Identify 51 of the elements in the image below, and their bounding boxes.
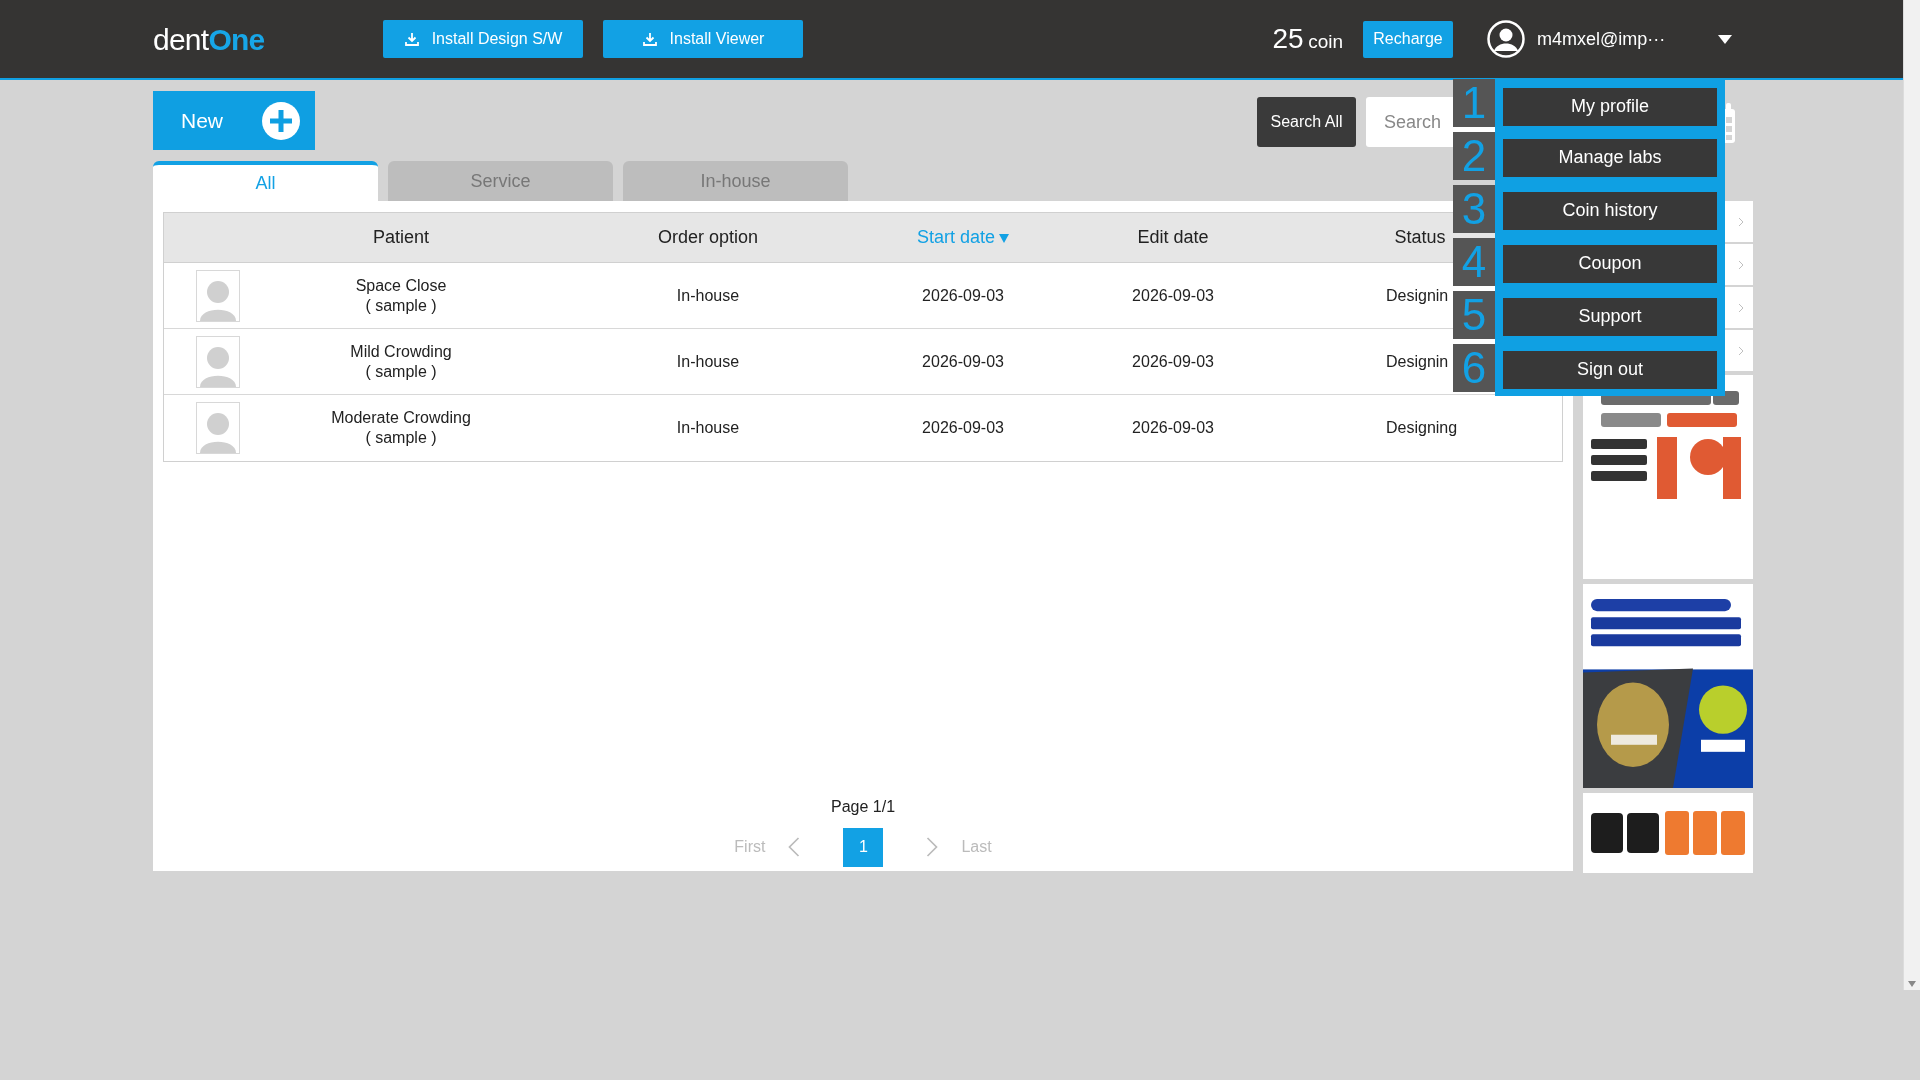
menu-item[interactable]: Coin history [1503,191,1717,230]
menu-item[interactable]: Coupon [1503,244,1717,283]
menu-number: 1 [1453,79,1495,127]
column-header[interactable]: Patient [372,224,429,251]
column-header[interactable]: Order option [657,224,759,251]
chevron-right-icon [1737,344,1745,357]
order-option-cell-text: In-house [676,351,740,372]
menu-number: 5 [1453,291,1495,339]
logo: dentOne [153,21,266,58]
order-option-cell-text: In-house [676,285,740,306]
column-header[interactable]: Edit date [1137,224,1209,251]
menu-number: 2 [1453,132,1495,180]
avatar-icon [196,402,240,454]
menu-item[interactable]: My profile [1503,87,1717,126]
menu-number: 6 [1453,344,1495,392]
patient-name[interactable]: Space Close ( sample ) [355,275,447,316]
caret-icon[interactable] [1717,33,1733,45]
start-date-cell-text: 2026-09-03 [922,418,1004,438]
order-option-cell-text: In-house [676,418,740,438]
status-cell-text: Designin [1386,285,1449,306]
scroll-down-icon[interactable] [1908,981,1916,987]
menu-item[interactable]: Manage labs [1503,138,1717,177]
start-date-cell-text: 2026-09-03 [922,285,1004,306]
patient-name[interactable]: Mild Crowding ( sample ) [350,341,452,382]
chevron-right-icon [1737,215,1745,228]
scrollbar[interactable] [1903,0,1920,990]
chevron-right-icon [1737,258,1745,271]
edit-date-cell-text: 2026-09-03 [1132,418,1214,438]
search-all-button[interactable]: Search All [1257,97,1356,147]
user-icon [1487,20,1525,58]
menu-item[interactable]: Sign out [1503,350,1717,389]
menu-number: 3 [1453,185,1495,233]
chevron-right-icon [1737,301,1745,314]
status-cell-text: Designing [1386,418,1458,438]
menu-item[interactable]: Support [1503,297,1717,336]
user-email[interactable]: m4mxel@imp··· [1537,25,1707,53]
download-icon [641,31,658,47]
column-header[interactable]: Status [1394,224,1446,251]
edit-date-cell-text: 2026-09-03 [1132,285,1214,306]
menu-number: 4 [1453,238,1495,286]
status-cell-text: Designin [1386,351,1449,372]
plus-icon [261,100,301,141]
avatar-icon [196,335,240,388]
coin-balance: 25 coin [1272,22,1343,56]
start-date-cell-text: 2026-09-03 [922,351,1004,372]
patient-name[interactable]: Moderate Crowding ( sample ) [331,408,471,448]
avatar-icon [196,269,240,322]
edit-date-cell-text: 2026-09-03 [1132,351,1214,372]
sort-down-icon [999,232,1009,243]
page-indicator: Page 1/1 [830,797,896,817]
download-icon [403,31,420,47]
